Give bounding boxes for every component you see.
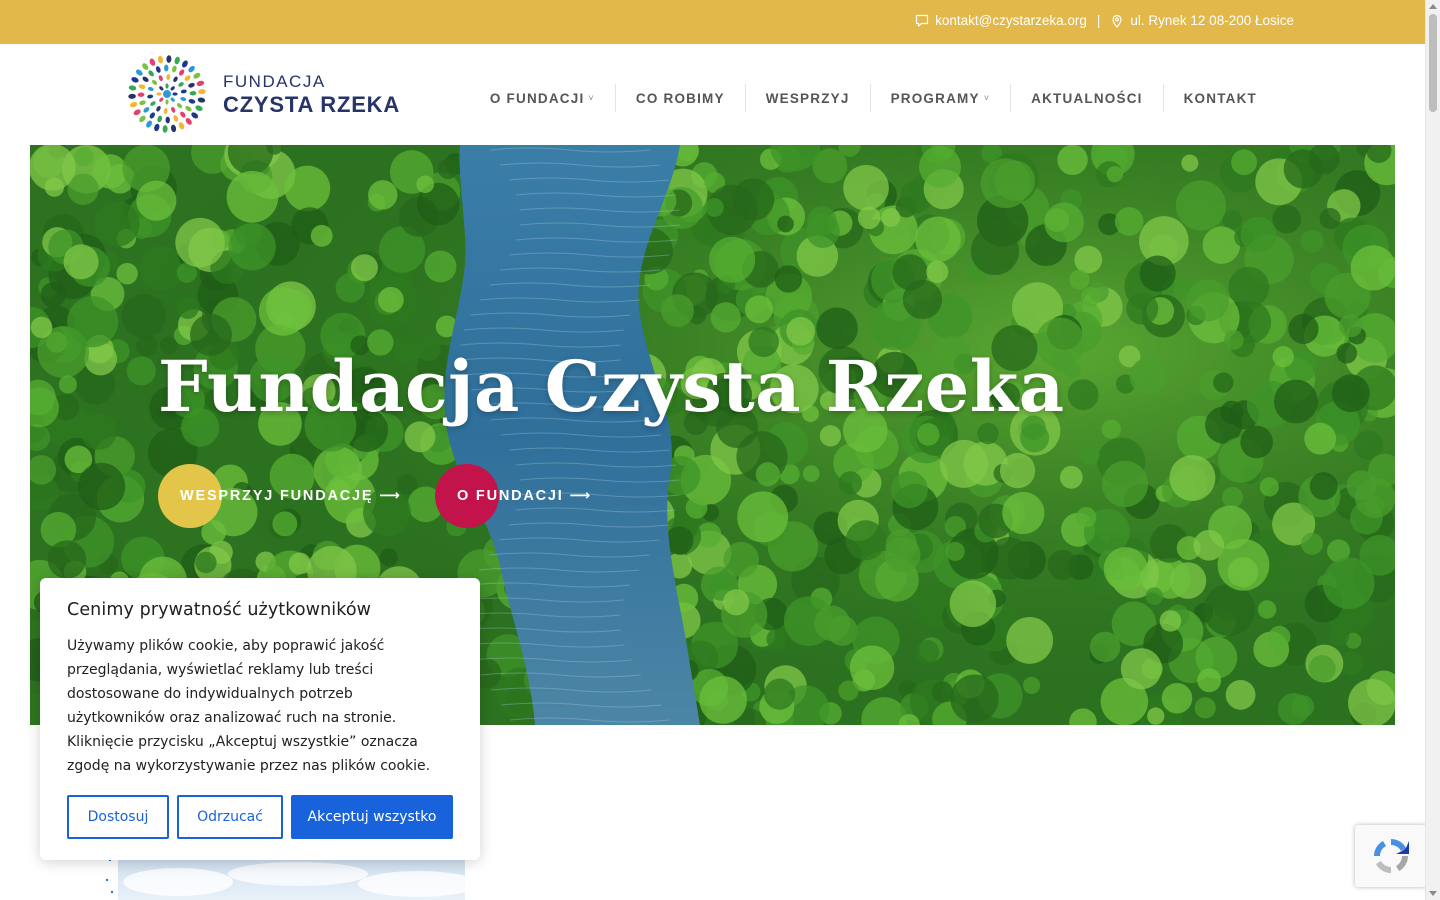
site-logo[interactable]: FUNDACJA CZYSTA RZEKA <box>127 54 400 134</box>
about-foundation-button[interactable]: O FUNDACJI ⟶ <box>435 464 592 528</box>
nav-item-kontakt[interactable]: KONTAKT <box>1162 84 1277 112</box>
logo-line-1: FUNDACJA <box>223 71 326 91</box>
map-pin-icon <box>1110 14 1124 28</box>
scroll-down-arrow-icon[interactable] <box>1429 891 1437 896</box>
cookie-customize-button[interactable]: Dostosuj <box>67 795 169 839</box>
recaptcha-icon <box>1374 839 1409 873</box>
chevron-down-icon: ˅ <box>588 93 595 103</box>
contact-separator: | <box>1096 13 1101 28</box>
contact-address: ul. Rynek 12 08-200 Łosice <box>1130 13 1294 28</box>
recaptcha-badge[interactable] <box>1355 825 1427 887</box>
nav-item-label: KONTAKT <box>1183 90 1257 106</box>
nav-item-programy[interactable]: PROGRAMY ˅ <box>869 84 1011 112</box>
scroll-up-arrow-icon[interactable] <box>1429 4 1437 9</box>
logo-line-2: CZYSTA RZEKA <box>223 91 401 117</box>
nav-item-label: CO ROBIMY <box>635 90 725 106</box>
decorative-dots <box>105 858 114 894</box>
nav-item-label: WESPRZYJ <box>765 90 850 106</box>
top-info-bar: kontakt@czystarzeka.org | ul. Rynek 12 0… <box>0 0 1425 44</box>
chevron-down-icon: ˅ <box>983 93 991 103</box>
cookie-reject-button[interactable]: Odrzucać <box>177 795 283 839</box>
nav-item-o-fundacji[interactable]: O FUNDACJI ˅ <box>470 84 615 112</box>
support-foundation-button[interactable]: WESPRZYJ FUNDACJĘ ⟶ <box>158 464 402 528</box>
logo-text: FUNDACJA CZYSTA RZEKA <box>223 73 400 116</box>
logo-mandala-icon <box>128 55 206 133</box>
nav-item-co-robimy[interactable]: CO ROBIMY <box>614 84 745 112</box>
nav-item-label: PROGRAMY <box>890 90 980 106</box>
nav-item-label: AKTUALNOŚCI <box>1031 90 1143 106</box>
nav-item-wesprzyj[interactable]: WESPRZYJ <box>744 84 870 112</box>
button-label: O FUNDACJI ⟶ <box>457 488 593 504</box>
main-nav: O FUNDACJI ˅ CO ROBIMY WESPRZYJ PROGRAMY… <box>470 84 1277 112</box>
nav-item-aktualnosci[interactable]: AKTUALNOŚCI <box>1010 84 1162 112</box>
cookie-title: Cenimy prywatność użytkowników <box>67 600 372 620</box>
cookie-consent-dialog: Cenimy prywatność użytkowników Używamy p… <box>40 578 480 860</box>
scrollbar-thumb[interactable] <box>1429 14 1437 112</box>
cookie-actions: Dostosuj Odrzucać Akceptuj wszystko <box>67 795 453 839</box>
section-image <box>118 860 465 900</box>
cookie-description: Używamy plików cookie, aby poprawić jako… <box>67 638 431 774</box>
page-scrollbar[interactable] <box>1425 0 1440 900</box>
hero-title: Fundacja Czysta Rzeka <box>158 345 1065 428</box>
contact-email-link[interactable]: kontakt@czystarzeka.org <box>935 13 1087 28</box>
button-label: WESPRZYJ FUNDACJĘ ⟶ <box>180 488 402 504</box>
site-header: FUNDACJA CZYSTA RZEKA O FUNDACJI ˅ CO RO… <box>0 44 1425 145</box>
contact-info: kontakt@czystarzeka.org | ul. Rynek 12 0… <box>915 13 1294 28</box>
nav-item-label: O FUNDACJI <box>489 90 585 106</box>
chat-bubble-icon <box>915 14 929 28</box>
cookie-accept-all-button[interactable]: Akceptuj wszystko <box>291 795 453 839</box>
